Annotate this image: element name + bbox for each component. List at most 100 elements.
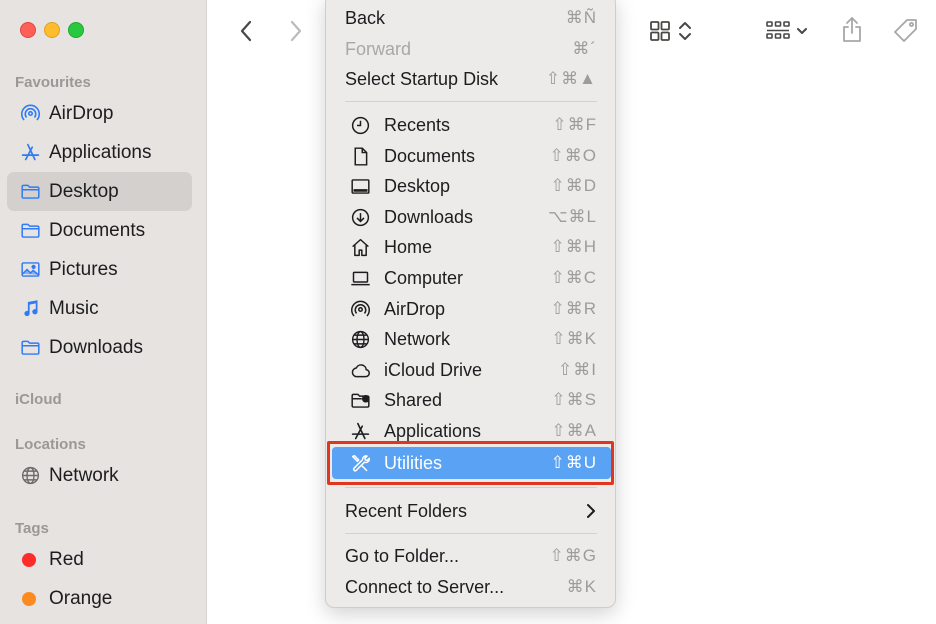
menu-separator — [345, 487, 597, 488]
view-mode-button[interactable] — [644, 16, 696, 46]
sidebar-item-applications[interactable]: Applications — [7, 133, 192, 172]
menu-item-forward: Forward ⌘´ — [332, 34, 611, 64]
folder-icon — [19, 181, 41, 203]
menu-item-recent-folders[interactable]: Recent Folders — [332, 496, 611, 526]
sidebar-item-airdrop[interactable]: AirDrop — [7, 94, 192, 133]
menu-item-shortcut: ⌘K — [566, 577, 597, 596]
applications-icon — [348, 419, 372, 443]
menu-item-computer[interactable]: Computer ⇧⌘C — [332, 263, 611, 293]
airdrop-icon — [19, 103, 41, 125]
orange-tag-dot — [22, 591, 36, 606]
chevron-down-icon — [797, 28, 807, 34]
sidebar-item-label: Orange — [49, 587, 113, 609]
icloud-heading: iCloud — [15, 391, 62, 408]
menu-item-shortcut: ⇧⌘C — [550, 268, 597, 287]
menu-item-downloads[interactable]: Downloads ⌥⌘L — [332, 202, 611, 232]
tags-heading: Tags — [15, 520, 49, 537]
chevron-right-icon — [587, 504, 595, 518]
airdrop-icon — [348, 297, 372, 321]
forward-button[interactable] — [286, 18, 306, 44]
menu-item-back[interactable]: Back ⌘Ñ — [332, 3, 611, 33]
menu-item-label: Documents — [384, 145, 476, 166]
home-icon — [348, 235, 372, 259]
desktop-icon — [348, 174, 372, 198]
menu-item-shared[interactable]: Shared ⇧⌘S — [332, 385, 611, 415]
menu-item-shortcut: ⇧⌘R — [550, 299, 597, 318]
menu-item-connect-to-server[interactable]: Connect to Server... ⌘K — [332, 572, 611, 602]
sidebar-item-label: Downloads — [49, 336, 143, 358]
sidebar-item-label: Red — [49, 548, 84, 570]
sidebar-item-documents[interactable]: Documents — [7, 211, 192, 250]
menu-item-select-startup-disk[interactable]: Select Startup Disk ⇧⌘▲ — [332, 64, 611, 94]
grid-view-icon — [650, 21, 670, 41]
menu-item-label: Forward — [345, 38, 412, 59]
menu-item-go-to-folder[interactable]: Go to Folder... ⇧⌘G — [332, 541, 611, 571]
menu-item-label: Home — [384, 236, 433, 257]
zoom-window-button[interactable] — [68, 22, 84, 38]
menu-item-label: Recent Folders — [345, 500, 468, 521]
shared-folder-icon — [348, 388, 372, 412]
tag-icon — [894, 19, 917, 42]
network-icon — [19, 465, 41, 487]
menu-item-label: Downloads — [384, 206, 474, 227]
clock-icon — [348, 113, 372, 137]
menu-separator — [345, 533, 597, 534]
share-button[interactable] — [838, 14, 866, 46]
sidebar-item-label: AirDrop — [49, 102, 114, 124]
sidebar-item-music[interactable]: Music — [7, 289, 192, 328]
sidebar-tag-orange[interactable]: Orange — [7, 579, 192, 618]
menu-item-shortcut: ⌘´ — [572, 39, 597, 58]
group-by-button[interactable] — [758, 16, 814, 46]
menu-item-shortcut: ⌘Ñ — [565, 8, 597, 27]
menu-item-icloud-drive[interactable]: iCloud Drive ⇧⌘I — [332, 355, 611, 385]
menu-item-label: Desktop — [384, 175, 451, 196]
sidebar-item-label: Pictures — [49, 258, 118, 280]
menu-item-label: Applications — [384, 420, 482, 441]
document-icon — [348, 144, 372, 168]
globe-icon — [348, 327, 372, 351]
sidebar-item-downloads[interactable]: Downloads — [7, 328, 192, 367]
sidebar-item-pictures[interactable]: Pictures — [7, 250, 192, 289]
menu-item-desktop[interactable]: Desktop ⇧⌘D — [332, 171, 611, 201]
sidebar-tag-red[interactable]: Red — [7, 540, 192, 579]
sidebar: Favourites AirDrop Applications Desktop … — [0, 0, 207, 624]
chevron-updown-icon — [679, 22, 691, 40]
folder-icon — [19, 220, 41, 242]
window-controls — [20, 22, 84, 38]
download-icon — [348, 205, 372, 229]
cloud-icon — [348, 358, 372, 382]
menu-item-network[interactable]: Network ⇧⌘K — [332, 324, 611, 354]
menu-item-shortcut: ⇧⌘▲ — [545, 69, 597, 88]
sidebar-item-network[interactable]: Network — [7, 456, 192, 495]
menu-item-shortcut: ⇧⌘K — [551, 329, 597, 348]
menu-item-shortcut: ⇧⌘O — [549, 146, 597, 165]
close-window-button[interactable] — [20, 22, 36, 38]
menu-item-label: Shared — [384, 389, 443, 410]
menu-item-home[interactable]: Home ⇧⌘H — [332, 232, 611, 262]
locations-heading: Locations — [15, 436, 86, 453]
sidebar-item-label: Applications — [49, 141, 152, 163]
menu-item-shortcut: ⇧⌘G — [549, 546, 597, 565]
laptop-icon — [348, 266, 372, 290]
sidebar-item-desktop[interactable]: Desktop — [7, 172, 192, 211]
menu-item-documents[interactable]: Documents ⇧⌘O — [332, 141, 611, 171]
group-view-icon — [766, 21, 790, 39]
sidebar-item-label: Network — [49, 464, 119, 486]
tags-button[interactable] — [890, 16, 922, 46]
pictures-icon — [19, 259, 41, 281]
minimize-window-button[interactable] — [44, 22, 60, 38]
menu-item-airdrop[interactable]: AirDrop ⇧⌘R — [332, 294, 611, 324]
go-menu: Back ⌘Ñ Forward ⌘´ Select Startup Disk ⇧… — [325, 0, 616, 608]
menu-item-recents[interactable]: Recents ⇧⌘F — [332, 110, 611, 140]
menu-item-label: Connect to Server... — [345, 576, 505, 597]
menu-item-label: Network — [384, 328, 451, 349]
menu-item-label: Go to Folder... — [345, 545, 460, 566]
back-button[interactable] — [236, 18, 256, 44]
menu-item-shortcut: ⇧⌘S — [551, 390, 597, 409]
menu-item-label: Computer — [384, 267, 464, 288]
applications-icon — [19, 142, 41, 164]
chevron-right-icon — [290, 20, 302, 42]
sidebar-item-label: Music — [49, 297, 99, 319]
menu-item-label: Select Startup Disk — [345, 68, 499, 89]
menu-item-label: Recents — [384, 114, 451, 135]
